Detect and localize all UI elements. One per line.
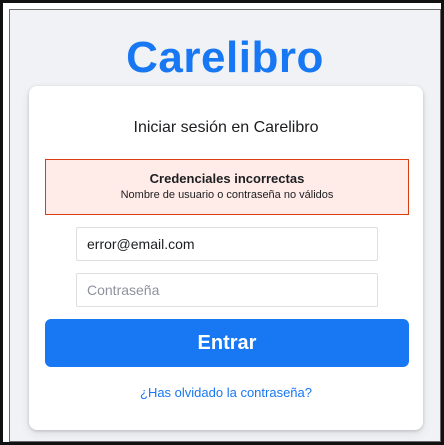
password-field[interactable]: [76, 273, 378, 307]
window-frame: Carelibro Iniciar sesión en Carelibro Cr…: [0, 0, 444, 445]
error-description: Nombre de usuario o contraseña no válido…: [120, 189, 334, 201]
carelibro-logo: Carelibro: [126, 33, 324, 82]
login-title: Iniciar sesión en Carelibro: [133, 119, 319, 136]
error-title: Credenciales incorrectas: [149, 171, 305, 186]
login-button[interactable]: Entrar: [45, 319, 409, 367]
login-card: Iniciar sesión en Carelibro Credenciales…: [29, 86, 423, 430]
forgot-password-link[interactable]: ¿Has olvidado la contraseña?: [29, 385, 423, 401]
page-background: Carelibro Iniciar sesión en Carelibro Cr…: [9, 9, 441, 442]
email-field[interactable]: [76, 227, 378, 261]
error-message-box: Credenciales incorrectas Nombre de usuar…: [45, 159, 409, 215]
